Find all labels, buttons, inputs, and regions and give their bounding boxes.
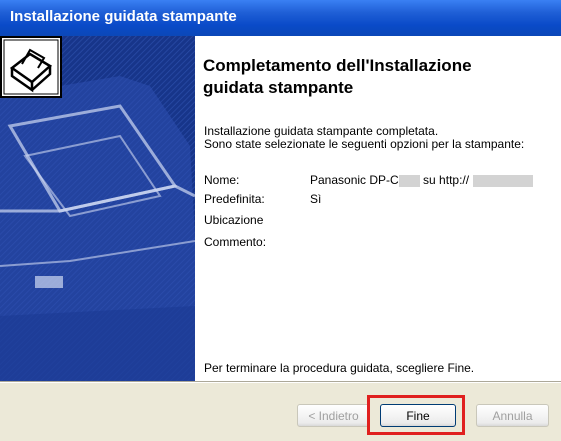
wizard-main-panel: Completamento dell'Installazione guidata… [195,36,561,381]
window-title: Installazione guidata stampante [10,8,237,25]
name-label: Nome: [204,173,240,187]
wizard-window: Installazione guidata stampante Completa… [0,0,561,441]
location-label: Ubicazione [204,213,264,227]
name-value: Panasonic DP-C su http:// [310,173,534,187]
finish-instructions: Per terminare la procedura guidata, sceg… [204,361,475,375]
heading-line-1: Completamento dell'Installazione [203,56,472,75]
wizard-content: Completamento dell'Installazione guidata… [0,36,561,381]
printer-icon [0,36,62,98]
button-divider [0,381,561,383]
name-value-prefix: Panasonic DP-C [310,173,399,187]
default-label: Predefinita: [204,192,265,206]
back-button[interactable]: < Indietro [297,404,370,427]
page-title: Completamento dell'Installazione guidata… [203,55,533,99]
heading-line-2: guidata stampante [203,78,354,97]
options-intro: Sono state selezionate le seguenti opzio… [204,137,525,151]
redaction-block [473,174,534,187]
highlight-box [367,395,465,435]
title-bar[interactable]: Installazione guidata stampante [0,0,561,36]
name-value-mid: su http:// [419,173,470,187]
completion-message: Installazione guidata stampante completa… [204,124,439,138]
wizard-sidebar [0,36,195,381]
default-value: Sì [310,192,322,206]
redaction-block [398,174,420,187]
comment-label: Commento: [204,235,267,249]
cancel-button[interactable]: Annulla [476,404,549,427]
